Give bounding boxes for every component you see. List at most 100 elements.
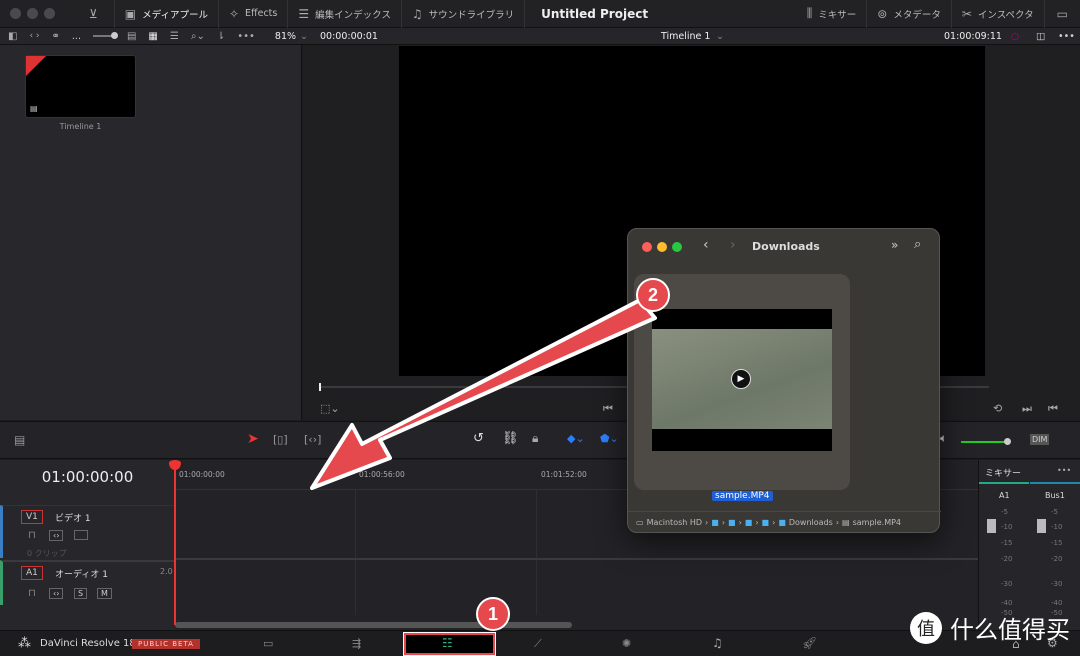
meter-scale-label: -40 [1001,599,1013,607]
marker-icon[interactable]: ⬟⌄ [600,432,619,445]
edit-page-button[interactable]: ☷ [403,632,496,656]
metadata-view-icon[interactable]: ▤ [127,31,136,42]
solo-button[interactable]: S [74,588,88,599]
zoom-level[interactable]: 81% [275,31,296,42]
track-id[interactable]: V1 [21,510,43,524]
timeline-view-icon[interactable]: ▤ [14,433,25,447]
meter-scale-label: -40 [1051,599,1063,607]
dynamic-trim-icon[interactable]: [‹›] [304,433,321,446]
project-title: Untitled Project [541,6,649,21]
thumb-size-slider[interactable] [92,32,118,39]
panel-toggle-icon[interactable]: ◧ [8,31,17,42]
mixer-button[interactable]: ⫼ ミキサー [797,0,868,28]
more-icon[interactable]: » [891,238,898,252]
snapping-icon[interactable]: ↺ [473,431,484,446]
auto-select-icon[interactable]: ‹› [49,530,64,541]
metadata-button[interactable]: ⊚ メタデータ [867,0,952,28]
track-name: オーディオ 1 [55,570,108,580]
fairlight-page-icon[interactable]: ♫ [712,636,723,650]
fullscreen-icon[interactable]: ▭ [1057,7,1068,21]
mixer-icon: ⫼ [806,6,813,20]
link-icon[interactable]: ⛓ [502,431,519,446]
timeline-selector[interactable]: Timeline 1 [661,31,710,42]
dual-view-icon[interactable]: ◫ [1036,31,1045,42]
loop-icon[interactable]: ⟲ [993,402,1002,415]
cut-page-icon[interactable]: ⇶ [352,637,361,650]
path-item[interactable]: Macintosh HD [647,518,702,527]
auto-select-icon[interactable]: ‹› [49,588,64,599]
video-thumbnail: ▶ [652,309,832,451]
playhead[interactable] [169,460,181,625]
search-icon[interactable]: ⌕ [914,237,921,252]
flag-icon[interactable]: ◆⌄ [567,432,585,445]
volume-icon[interactable]: 🔈︎ [940,431,947,446]
ruler-label: 01:00:00:00 [179,470,225,479]
fader-bus1[interactable] [1037,519,1046,533]
clip-thumbnail[interactable]: ▤ [25,55,136,118]
media-pool-icon: ▣ [124,6,137,21]
chevron-down-icon[interactable]: ⌄ [300,31,308,42]
chevron-down-icon[interactable]: ⌄ [716,31,724,42]
effects-button[interactable]: ✧ Effects [219,0,289,28]
app-name: DaVinci Resolve 18 [40,638,136,649]
folder-icon: ■ [761,518,770,527]
path-more[interactable]: ... [72,31,81,42]
path-item[interactable]: sample.MP4 [853,518,901,527]
link-icon[interactable]: ⚭ [52,31,60,42]
file-item[interactable]: ▶ [634,274,850,490]
lock-icon[interactable]: ⊓ [28,530,36,541]
fader-a1[interactable] [987,519,996,533]
folder-icon: ■ [744,518,753,527]
track-v1[interactable]: V1 ビデオ 1 ⊓ ‹› 0 クリップ [0,505,175,558]
horizontal-scrollbar[interactable] [175,622,572,628]
sound-library-button[interactable]: ♫ サウンドライブラリ [402,0,526,28]
lock-icon[interactable]: 🔒︎ [532,431,538,446]
end-icon[interactable]: ⏮ [1048,402,1058,416]
inspector-icon: ✂ [961,6,972,21]
mute-button[interactable]: M [97,588,112,599]
grid-view-icon[interactable]: ▦ [148,31,157,42]
channel-label: A1 [999,491,1010,500]
selection-tool-icon[interactable]: ➤ [247,431,259,447]
color-icon[interactable]: ◌ [1011,31,1019,42]
more-options-icon[interactable]: ••• [237,31,255,42]
meter-scale-label: -10 [1001,523,1013,531]
more-icon[interactable]: ••• [1058,31,1075,42]
list-view-icon[interactable]: ☰ [170,31,179,42]
search-icon[interactable]: ⌕⌄ [191,31,205,42]
video-toggle-icon[interactable] [74,530,88,540]
media-pool-button[interactable]: ▣ メディアプール [113,0,219,28]
track-a1[interactable]: A1 オーディオ 1 2.0 ⊓ ‹› S M [0,560,175,605]
mixer-more-button[interactable]: ••• [1057,466,1071,475]
watermark-text: 什么值得买 [950,616,1070,644]
forward-icon[interactable]: › [730,237,736,253]
skip-back-icon[interactable]: ⏮ [603,402,613,416]
color-page-icon[interactable]: ✺ [622,637,631,650]
window-controls[interactable] [0,8,71,19]
sort-icon[interactable]: ⇂ [217,31,225,42]
nav-arrows-icon[interactable]: ‹ › [29,31,39,41]
inspector-button[interactable]: ✂ インスペクタ [952,0,1045,28]
media-page-icon[interactable]: ▭ [263,637,273,650]
file-name[interactable]: sample.MP4 [712,491,773,501]
trim-tool-icon[interactable]: [▯] [273,433,288,446]
meter-scale-label: -10 [1051,523,1063,531]
track-id[interactable]: A1 [21,566,43,580]
channel-format: 2.0 [160,567,173,576]
path-item[interactable]: Downloads [789,518,833,527]
fusion-page-icon[interactable]: ⟋ [534,637,542,651]
track-name: ビデオ 1 [55,514,91,524]
dropdown-icon[interactable]: ⊻ [89,7,98,21]
meter-scale-label: -30 [1001,580,1013,588]
volume-slider[interactable] [961,438,1011,445]
edit-index-button[interactable]: ☰ 編集インデックス [288,0,402,28]
dim-button[interactable]: DIM [1030,434,1050,445]
source-timecode: 00:00:00:01 [320,30,378,42]
window-controls[interactable] [642,242,682,252]
next-frame-icon[interactable]: ⏭ [1022,402,1032,416]
watermark-logo: 值 [910,611,942,644]
back-icon[interactable]: ‹ [703,237,709,253]
lock-icon[interactable]: ⊓ [28,588,36,599]
crop-icon[interactable]: ⬚⌄ [320,402,340,415]
deliver-page-icon[interactable]: 🚀︎ [802,636,817,650]
